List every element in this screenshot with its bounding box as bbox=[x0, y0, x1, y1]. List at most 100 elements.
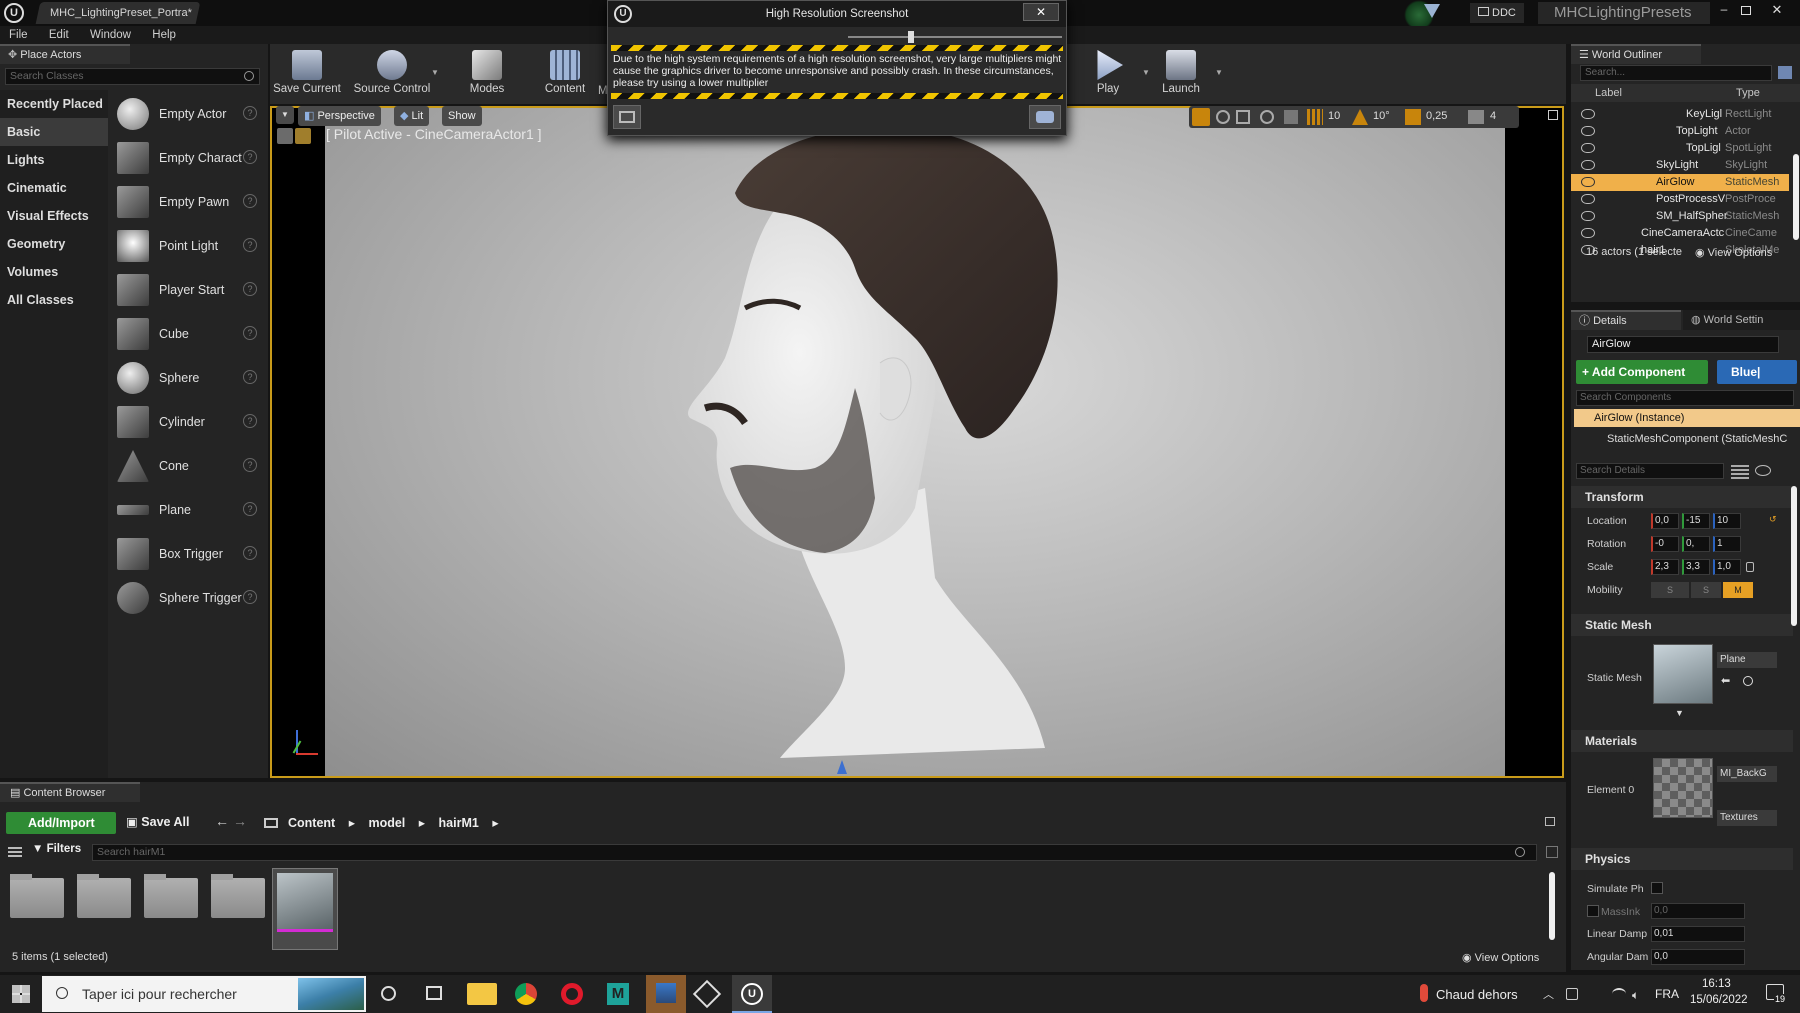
static-mesh-label[interactable]: Static Mesh bbox=[1587, 672, 1642, 684]
reset-arrow-icon[interactable]: ↺ bbox=[1769, 514, 1777, 525]
actor-empty-character[interactable]: Empty Charact? bbox=[110, 136, 266, 180]
menu-help[interactable]: Help bbox=[143, 26, 185, 44]
blueprint-button[interactable]: Blue| bbox=[1717, 360, 1797, 384]
static-mesh-dropdown[interactable]: Plane bbox=[1717, 652, 1777, 668]
modes-button[interactable]: Modes bbox=[452, 46, 522, 102]
material-thumbnail[interactable] bbox=[1653, 758, 1713, 818]
mixer-app-icon[interactable]: M bbox=[607, 983, 629, 1005]
visibility-eye-icon[interactable] bbox=[1581, 177, 1595, 187]
expand-chevron-icon[interactable]: ▼ bbox=[1675, 708, 1684, 718]
visibility-eye-icon[interactable] bbox=[1581, 126, 1595, 136]
visibility-eye-icon[interactable] bbox=[1581, 160, 1595, 170]
asset-folder[interactable] bbox=[144, 874, 198, 918]
slider-handle[interactable] bbox=[908, 31, 914, 43]
location-x[interactable]: 0,0 bbox=[1651, 513, 1679, 529]
help-icon[interactable]: ? bbox=[243, 238, 257, 252]
grid-snap-value[interactable]: 10 bbox=[1328, 110, 1340, 122]
weather-text[interactable]: Chaud dehors bbox=[1436, 987, 1518, 1002]
chrome-icon[interactable] bbox=[515, 983, 537, 1005]
actor-point-light[interactable]: Point Light? bbox=[110, 224, 266, 268]
visibility-eye-icon[interactable] bbox=[1581, 109, 1595, 119]
menu-window[interactable]: Window bbox=[81, 26, 140, 44]
physics-section-header[interactable]: Physics bbox=[1571, 848, 1793, 870]
transform-section-header[interactable]: Transform bbox=[1571, 486, 1793, 508]
actor-player-start[interactable]: Player Start? bbox=[110, 268, 266, 312]
outliner-search-input[interactable]: Search... bbox=[1580, 65, 1772, 81]
save-current-button[interactable]: Save Current bbox=[272, 46, 342, 102]
scale-label[interactable]: Scale bbox=[1587, 561, 1613, 573]
static-mesh-thumbnail[interactable] bbox=[1653, 644, 1713, 704]
scale-z[interactable]: 1,0 bbox=[1713, 559, 1741, 575]
outliner-row-selected[interactable]: AirGlow StaticMesh bbox=[1571, 174, 1789, 191]
actor-sphere[interactable]: Sphere? bbox=[110, 356, 266, 400]
material-element-label[interactable]: Element 0 bbox=[1587, 784, 1634, 796]
help-icon[interactable]: ? bbox=[243, 590, 257, 604]
property-matrix-icon[interactable] bbox=[1731, 463, 1749, 479]
tray-app-icon[interactable] bbox=[1566, 988, 1578, 1000]
add-component-button[interactable]: + Add Component bbox=[1576, 360, 1708, 384]
filters-button[interactable]: ▼ Filters bbox=[32, 843, 81, 855]
mobility-label[interactable]: Mobility bbox=[1587, 584, 1623, 596]
help-icon[interactable]: ? bbox=[243, 150, 257, 164]
static-mesh-component-row[interactable]: StaticMeshComponent (StaticMeshC bbox=[1574, 430, 1800, 448]
outliner-row[interactable]: SM_HalfSpher StaticMesh bbox=[1571, 208, 1789, 225]
simulate-physics-label[interactable]: Simulate Ph bbox=[1587, 883, 1644, 895]
materials-section-header[interactable]: Materials bbox=[1571, 730, 1793, 752]
rotation-x[interactable]: -0 bbox=[1651, 536, 1679, 552]
details-scrollbar[interactable] bbox=[1791, 486, 1797, 626]
world-space-icon[interactable] bbox=[1260, 110, 1274, 124]
outliner-row[interactable]: KeyLigl RectLight bbox=[1571, 106, 1789, 123]
outliner-view-options[interactable]: ◉ View Options bbox=[1695, 246, 1772, 259]
column-label-header[interactable]: Label bbox=[1595, 84, 1622, 102]
outliner-row[interactable]: SkyLight SkyLight bbox=[1571, 157, 1789, 174]
source-control-dropdown-icon[interactable]: ▼ bbox=[431, 68, 439, 77]
sources-panel-toggle-icon[interactable] bbox=[8, 845, 22, 857]
rotate-mode-icon[interactable] bbox=[1216, 110, 1230, 124]
rotation-y[interactable]: 0, bbox=[1682, 536, 1710, 552]
linear-damping-value[interactable]: 0,01 bbox=[1651, 926, 1745, 942]
show-button[interactable]: Show bbox=[442, 106, 482, 126]
category-cinematic[interactable]: Cinematic bbox=[0, 174, 108, 202]
mobility-static-button[interactable]: S bbox=[1651, 582, 1689, 598]
maximize-viewport-icon[interactable] bbox=[1548, 110, 1558, 120]
search-details-input[interactable]: Search Details bbox=[1576, 463, 1724, 479]
task-view-icon[interactable] bbox=[426, 986, 442, 1000]
maximize-button[interactable] bbox=[1741, 6, 1751, 15]
scale-snap-value[interactable]: 0,25 bbox=[1426, 110, 1447, 122]
visibility-eye-icon[interactable] bbox=[1581, 143, 1595, 153]
mobility-movable-button[interactable]: M bbox=[1723, 582, 1753, 598]
taskbar-search-box[interactable]: Taper ici pour rechercher bbox=[42, 976, 366, 1012]
asset-tile-selected[interactable] bbox=[272, 868, 338, 950]
rotation-z[interactable]: 1 bbox=[1713, 536, 1741, 552]
scale-snap-icon[interactable] bbox=[1405, 109, 1421, 125]
volume-icon[interactable]: 🔈︎ bbox=[1632, 988, 1639, 1003]
clock-time[interactable]: 16:13 bbox=[1702, 978, 1731, 990]
world-outliner-tab[interactable]: ☰ World Outliner bbox=[1571, 44, 1701, 64]
level-viewport[interactable]: ▼ ◧ Perspective ◆ Lit Show [ Pilot Activ… bbox=[270, 106, 1564, 778]
category-lights[interactable]: Lights bbox=[0, 146, 108, 174]
outliner-row[interactable]: CineCameraActc CineCame bbox=[1571, 225, 1789, 242]
visibility-eye-icon[interactable] bbox=[1581, 211, 1595, 221]
angular-damping-label[interactable]: Angular Dam bbox=[1587, 951, 1648, 963]
location-label[interactable]: Location bbox=[1587, 515, 1627, 527]
actor-cylinder[interactable]: Cylinder? bbox=[110, 400, 266, 444]
source-control-button[interactable]: Source Control bbox=[351, 46, 433, 102]
camera-speed-icon[interactable] bbox=[1468, 110, 1484, 124]
unreal-engine-taskbar-icon[interactable]: U bbox=[732, 975, 772, 1013]
help-icon[interactable]: ? bbox=[243, 194, 257, 208]
camera-speed-value[interactable]: 4 bbox=[1490, 110, 1496, 122]
menu-edit[interactable]: Edit bbox=[40, 26, 78, 44]
simulate-physics-checkbox[interactable] bbox=[1651, 882, 1663, 894]
help-icon[interactable]: ? bbox=[243, 370, 257, 384]
language-indicator[interactable]: FRA bbox=[1655, 987, 1679, 1001]
add-import-button[interactable]: Add/Import bbox=[6, 812, 116, 834]
material-dropdown[interactable]: MI_BackG bbox=[1717, 766, 1777, 782]
help-icon[interactable]: ? bbox=[243, 106, 257, 120]
actor-cube[interactable]: Cube? bbox=[110, 312, 266, 356]
multiplier-slider[interactable] bbox=[848, 31, 1062, 43]
breadcrumb-content[interactable]: Content bbox=[288, 816, 335, 830]
outliner-row[interactable]: TopLigl SpotLight bbox=[1571, 140, 1789, 157]
network-icon[interactable] bbox=[1612, 988, 1626, 1000]
outliner-row[interactable]: TopLight Actor bbox=[1571, 123, 1789, 140]
linear-damping-label[interactable]: Linear Damp bbox=[1587, 928, 1647, 940]
